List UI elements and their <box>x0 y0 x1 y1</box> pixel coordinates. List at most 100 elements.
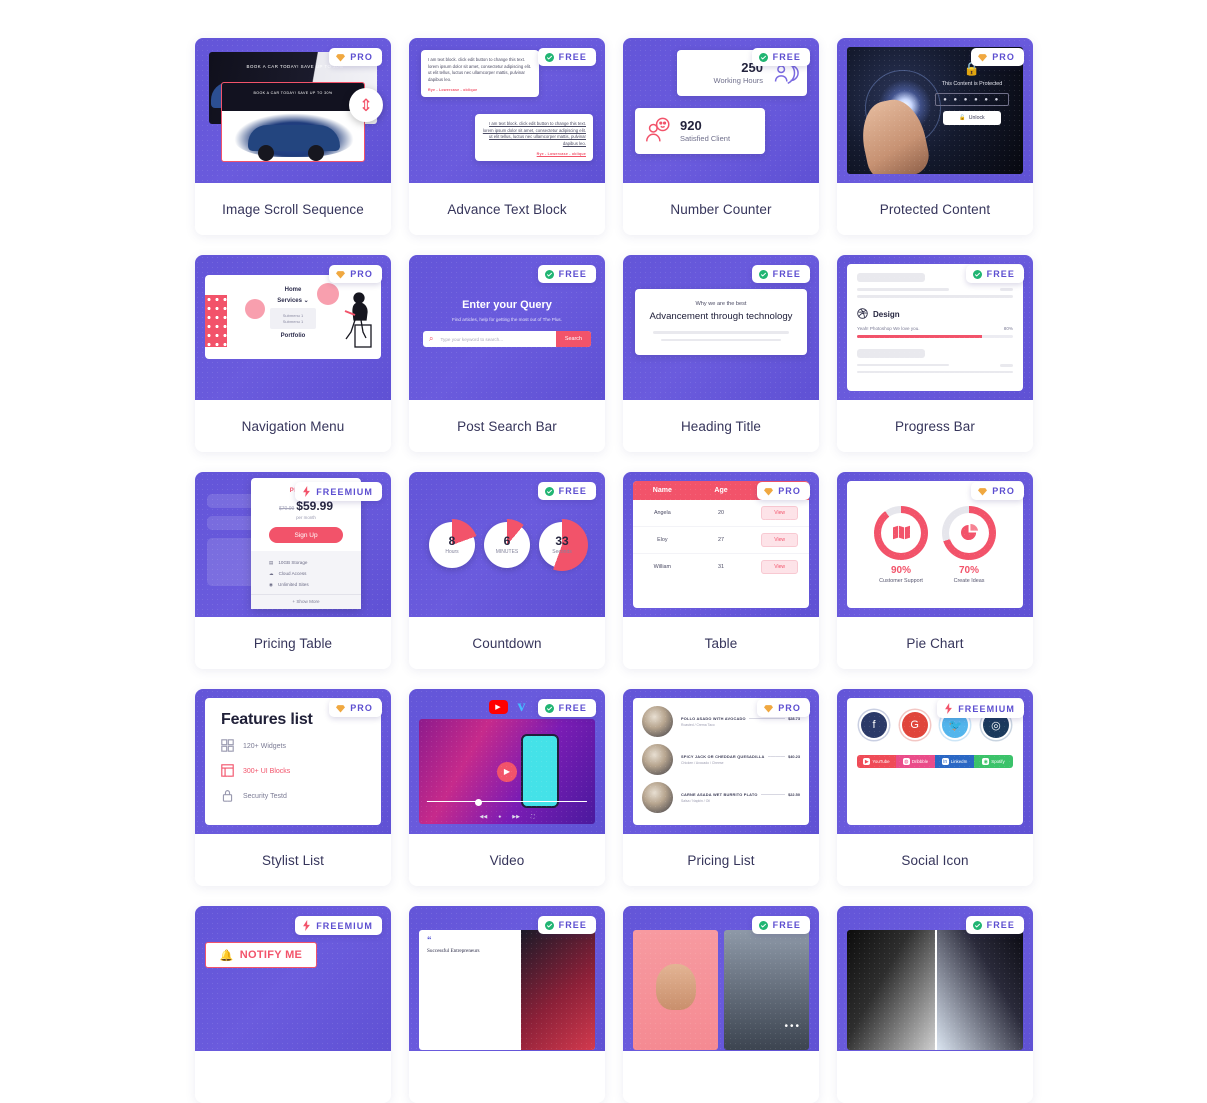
placeholder-block <box>857 348 925 358</box>
submenu-item[interactable]: Submenu 1 <box>270 319 316 324</box>
widget-card-number-counter[interactable]: FREE 250 Working Hours 920 Satisfied Cli… <box>623 38 819 235</box>
more-options-icon[interactable]: ••• <box>784 1021 801 1032</box>
bolt-icon <box>302 486 311 497</box>
check-circle-icon <box>544 920 554 930</box>
widget-card-team-member[interactable]: FREE ••• <box>623 906 819 1103</box>
widget-card-navigation-menu[interactable]: PRO Home Services ⌄ Submenu 1 Submenu 1 <box>195 255 391 452</box>
cell-details: View <box>750 554 809 580</box>
check-circle-icon <box>758 920 768 930</box>
heading-subtitle: Why we are the best <box>695 301 747 307</box>
google-icon[interactable]: G <box>901 712 928 738</box>
forward-icon[interactable]: ▶▶ <box>512 814 520 820</box>
table-row: Angela 20 View <box>633 500 809 527</box>
search-bar[interactable]: ⌕ Type your keyword to search... Search <box>423 331 591 347</box>
countdown-unit-seconds: 33 Seconds <box>536 518 588 571</box>
card-preview: FREE I am text block. click edit button … <box>409 38 605 183</box>
video-thumbnail[interactable]: ▶ ◀◀ ● ▶▶ ⛶ <box>419 719 595 824</box>
unlock-button[interactable]: 🔓 Unlock <box>943 111 1001 126</box>
submenu-item[interactable]: Submenu 1 <box>270 313 316 318</box>
widget-card-countdown[interactable]: FREE 8 Hours 6 MINUTES 33 Seconds Countd… <box>409 472 605 669</box>
widget-card-table[interactable]: PRO Name Age Details Angela 20 View Eloy… <box>623 472 819 669</box>
widget-card-blockquote[interactable]: FREE “ Successful Entrepreneurs <box>409 906 605 1103</box>
before-image <box>847 930 935 1050</box>
progress-panel: Design Yeah! Photoshop We love you. 80% <box>847 264 1023 391</box>
car-wheel-left <box>258 145 274 161</box>
blockquote-photo <box>521 930 595 1050</box>
sign-up-button[interactable]: Sign Up <box>269 527 343 543</box>
up-down-arrow-icon[interactable]: ⇕ <box>349 88 383 122</box>
badge-free: FREE <box>537 916 596 934</box>
play-pause-icon[interactable]: ● <box>498 814 501 820</box>
video-progress-handle[interactable] <box>475 799 483 806</box>
card-preview: FREE “ Successful Entrepreneurs <box>409 906 605 1051</box>
pie-percent: 70% <box>958 564 979 576</box>
widget-card-image-scroll-sequence[interactable]: PRO BOOK A CAR TODAY! SAVE UP TO 30% BOO… <box>195 38 391 235</box>
show-more-button[interactable]: + Show More <box>251 594 361 604</box>
widget-card-advance-text-block[interactable]: FREE I am text block. click edit button … <box>409 38 605 235</box>
widget-card-video[interactable]: FREE ▶ v ▶ ◀◀ ● ▶▶ ⛶ Video <box>409 689 605 886</box>
protected-panel: 🔒 This Content is Protected ● ● ● ● ● ● … <box>929 61 1015 126</box>
fullscreen-icon[interactable]: ⛶ <box>531 814 535 820</box>
comparison-slider[interactable] <box>935 930 937 1050</box>
widget-card-protected-content[interactable]: PRO 🔒 This Content is Protected ● ● ● ● … <box>837 38 1033 235</box>
widget-card-notify-me[interactable]: FREEMIUM 🔔 NOTIFY ME <box>195 906 391 1103</box>
check-circle-icon <box>972 269 982 279</box>
search-heading: Enter your Query <box>462 299 552 311</box>
dribbble-bar[interactable]: ◍ Dribbble <box>896 755 935 768</box>
card-title <box>409 1051 605 1103</box>
video-progress-track[interactable] <box>427 800 587 802</box>
protected-heading: This Content is Protected <box>941 81 1003 87</box>
badge-pro: PRO <box>329 265 382 283</box>
search-input[interactable]: Type your keyword to search... <box>436 337 555 342</box>
view-button[interactable]: View <box>761 506 799 520</box>
widget-card-pie-chart[interactable]: PRO 90% Customer Support 70% Create Idea… <box>837 472 1033 669</box>
check-circle-icon <box>544 269 554 279</box>
text-block-body: I am text block. click edit button to ch… <box>482 121 586 146</box>
countdown-value: 8 <box>448 533 456 548</box>
widget-card-pricing-table[interactable]: FREEMIUM PREMIUM $70.99$59.99 per month … <box>195 472 391 669</box>
widget-card-heading-title[interactable]: FREE Why we are the best Advancement thr… <box>623 255 819 452</box>
search-icon: ⌕ <box>429 334 434 343</box>
linkedin-bar[interactable]: in LinkedIn <box>935 755 974 768</box>
cell-name: Eloy <box>657 537 668 543</box>
youtube-bar[interactable]: ▶ YouTube <box>857 755 896 768</box>
card-preview: PRO Home Services ⌄ Submenu 1 Submenu 1 <box>195 255 391 400</box>
widget-card-before-after[interactable]: FREE <box>837 906 1033 1103</box>
grid-icon <box>221 739 234 754</box>
notify-me-button[interactable]: 🔔 NOTIFY ME <box>205 942 317 968</box>
globe-icon: ◉ <box>269 581 274 587</box>
badge-freemium: FREEMIUM <box>295 916 382 935</box>
counter-satisfied-client: 920 Satisfied Client <box>635 108 765 154</box>
view-button[interactable]: View <box>761 560 799 574</box>
cell-details: View <box>750 527 809 553</box>
spotify-bar[interactable]: ◉ Spotify <box>974 755 1013 768</box>
widget-card-progress-bar[interactable]: FREE Design Yeah! Photoshop We love you.… <box>837 255 1033 452</box>
before-after-panel[interactable] <box>847 930 1023 1050</box>
rewind-icon[interactable]: ◀◀ <box>480 814 488 820</box>
password-field[interactable]: ● ● ● ● ● ● <box>935 93 1009 107</box>
widget-card-stylist-list[interactable]: PRO Features list 120+ Widgets 300+ UI B… <box>195 689 391 886</box>
widget-card-social-icon[interactable]: FREEMIUM f G 🐦 ◎ ▶ YouTube ◍ Dribbble in Li… <box>837 689 1033 886</box>
map-icon <box>881 512 921 553</box>
pie-percent: 90% <box>890 564 911 576</box>
widget-card-pricing-list[interactable]: PRO POLLO ASADO WITH AVOCADO $28.73 Roas… <box>623 689 819 886</box>
dotted-leader <box>760 794 786 795</box>
lock-icon <box>221 789 234 804</box>
facebook-icon[interactable]: f <box>861 712 887 738</box>
search-button[interactable]: Search <box>555 331 591 347</box>
view-button[interactable]: View <box>761 533 799 547</box>
countdown-label: Hours <box>445 548 459 555</box>
youtube-icon: ▶ <box>488 700 508 714</box>
linkedin-icon: in <box>941 758 949 765</box>
feature-row: ☁ Cloud Access <box>269 570 307 577</box>
feature-row-widgets: 120+ Widgets <box>221 739 381 754</box>
badge-pro: PRO <box>329 48 382 66</box>
widget-card-post-search-bar[interactable]: FREE Enter your Query Find articles, hel… <box>409 255 605 452</box>
badge-pro: PRO <box>971 482 1024 500</box>
diamond-icon <box>336 704 346 713</box>
diamond-icon <box>764 704 774 713</box>
play-icon[interactable]: ▶ <box>497 761 517 782</box>
protected-image: 🔒 This Content is Protected ● ● ● ● ● ● … <box>847 47 1023 174</box>
feature-row: ▤ 10GB Storage <box>269 559 308 566</box>
card-title: Image Scroll Sequence <box>222 201 364 217</box>
